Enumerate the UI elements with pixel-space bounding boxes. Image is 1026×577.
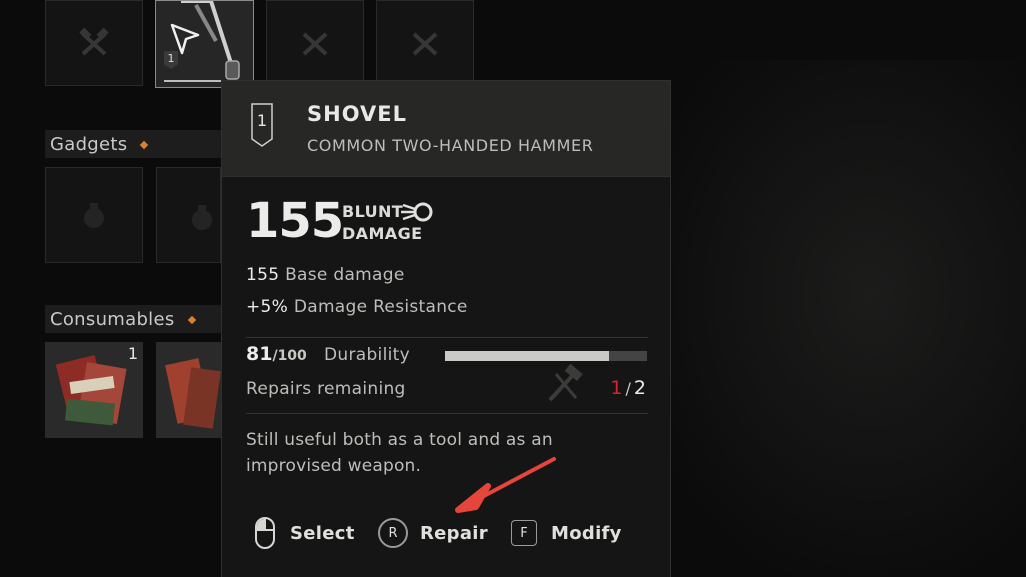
hammer-axe-icon	[412, 32, 438, 56]
repairs-current: 1	[610, 377, 623, 399]
weapon-slot-4[interactable]	[376, 0, 474, 86]
rank-badge: 1	[251, 103, 273, 147]
stat-value: +5%	[246, 297, 289, 317]
key-f-icon: F	[511, 520, 537, 546]
item-description: Still useful both as a tool and as an im…	[246, 430, 553, 476]
durability-bar	[445, 351, 647, 361]
food-pack-icon	[165, 358, 221, 429]
durability-label: Durability	[324, 345, 410, 365]
new-indicator-icon	[140, 140, 149, 150]
stat-label: Base damage	[285, 265, 405, 285]
blunt-damage-icon	[401, 202, 433, 222]
divider	[246, 337, 648, 338]
item-tooltip: 1 SHOVEL COMMON TWO-HANDED HAMMER 155 BL…	[221, 80, 671, 577]
damage-value: 155	[246, 193, 344, 249]
key-r-icon: R	[378, 518, 408, 548]
stat-label: Damage Resistance	[293, 297, 468, 317]
tooltip-header: 1 SHOVEL COMMON TWO-HANDED HAMMER	[222, 81, 670, 177]
repairs-label: Repairs remaining	[246, 379, 406, 399]
repairs-max: 2	[633, 377, 646, 399]
repair-label: Repair	[420, 522, 488, 544]
rank-value: 1	[256, 111, 268, 130]
select-label: Select	[290, 522, 355, 544]
stat-damage-resistance: +5% Damage Resistance	[246, 297, 468, 317]
grenade-icon	[84, 203, 104, 228]
durability-value: 81/100	[246, 343, 307, 365]
hammer-axe-icon	[79, 27, 109, 56]
gadgets-header: Gadgets	[45, 130, 221, 158]
repairs-separator: /	[625, 379, 631, 398]
weapon-slot-1[interactable]	[45, 0, 143, 86]
modify-label: Modify	[551, 522, 622, 544]
item-name: SHOVEL	[307, 102, 407, 126]
stat-base-damage: 155 Base damage	[246, 265, 405, 285]
repair-action[interactable]: R Repair	[378, 513, 488, 553]
durability-bar-fill	[445, 351, 609, 361]
action-bar: Select R Repair F Modify	[222, 513, 670, 553]
mouse-left-icon	[255, 517, 275, 549]
consumable-slot-2[interactable]	[156, 342, 221, 438]
consumable-slot-jerky[interactable]: 1	[45, 342, 143, 438]
durability-max: /100	[272, 348, 307, 364]
consumables-label: Consumables	[50, 308, 175, 330]
consumables-header: Consumables	[45, 305, 221, 333]
food-pack-icon	[55, 354, 127, 426]
gadget-slot-1[interactable]	[45, 167, 143, 263]
new-indicator-icon	[187, 315, 196, 325]
grenade-icon	[192, 205, 212, 230]
item-subtitle: COMMON TWO-HANDED HAMMER	[307, 136, 594, 155]
repairs-value: 1/2	[610, 377, 646, 399]
gadget-slot-2[interactable]	[156, 167, 221, 263]
weapon-slot-3[interactable]	[266, 0, 364, 86]
item-count: 1	[127, 344, 138, 363]
select-action[interactable]: Select	[254, 513, 355, 553]
hammer-axe-icon	[302, 32, 328, 56]
repair-hammer-icon	[548, 364, 583, 402]
modify-action[interactable]: F Modify	[511, 513, 622, 553]
stat-value: 155	[246, 265, 280, 285]
damage-type-line2: DAMAGE	[342, 224, 423, 243]
durability-current: 81	[246, 343, 273, 365]
divider	[246, 413, 648, 414]
gadgets-label: Gadgets	[50, 133, 128, 155]
background-character-silhouette	[640, 60, 1026, 577]
weapon-slot-shovel[interactable]: 1	[155, 0, 254, 88]
